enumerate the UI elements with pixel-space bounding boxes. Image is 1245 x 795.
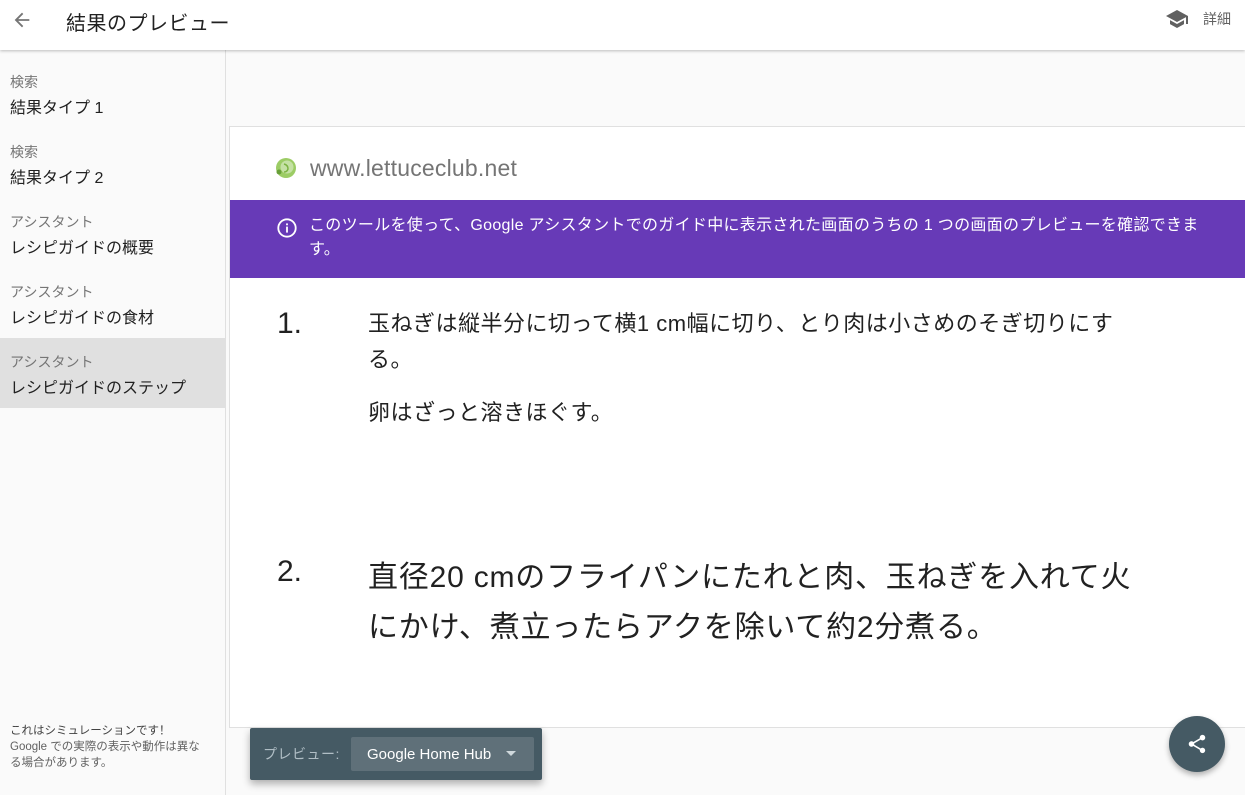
simulation-disclaimer: これはシミュレーションです！ Google での実際の表示や動作は異なる場合があ… — [10, 723, 210, 771]
info-icon — [277, 218, 297, 238]
sidebar-item-search-result-type-2[interactable]: 検索 結果タイプ 2 — [0, 120, 225, 190]
step-text: 玉ねぎは縦半分に切って横1 cm幅に切り、とり肉は小さめのそぎ切りにする。 — [368, 311, 1114, 372]
dropdown-arrow-icon — [506, 751, 516, 756]
info-banner: このツールを使って、Google アシスタントでのガイド中に表示された画面のうち… — [230, 200, 1245, 278]
share-button[interactable] — [1169, 716, 1225, 772]
preview-card: www.lettuceclub.net このツールを使って、Google アシス… — [229, 126, 1245, 728]
arrow-back-icon — [14, 12, 30, 28]
device-select[interactable]: Google Home Hub — [351, 737, 534, 771]
lettuce-favicon-icon — [276, 158, 296, 178]
preview-label: プレビュー: — [263, 746, 340, 762]
disclaimer-body: Google での実際の表示や動作は異なる場合があります。 — [10, 741, 200, 769]
disclaimer-heading: これはシミュレーションです！ — [10, 725, 171, 737]
school-cap-icon — [1166, 10, 1188, 28]
sidebar-item-label: レシピガイドの食材 — [10, 310, 155, 327]
sidebar-item-category: アシスタント — [10, 284, 94, 300]
step-number: 2. — [277, 555, 303, 588]
sidebar-item-label: レシピガイドのステップ — [10, 380, 187, 397]
sidebar-item-recipe-overview[interactable]: アシスタント レシピガイドの概要 — [0, 190, 225, 260]
sidebar-item-label: 結果タイプ 1 — [10, 100, 104, 117]
sidebar-item-category: 検索 — [10, 144, 38, 160]
sidebar-item-recipe-ingredients[interactable]: アシスタント レシピガイドの食材 — [0, 260, 225, 330]
app-header: 結果のプレビュー 詳細 — [0, 0, 1245, 50]
preview-device-toolbar: プレビュー: Google Home Hub — [250, 728, 542, 780]
sidebar: 検索 結果タイプ 1 検索 結果タイプ 2 アシスタント レシピガイドの概要 ア… — [0, 50, 226, 795]
info-banner-text: このツールを使って、Google アシスタントでのガイド中に表示された画面のうち… — [309, 217, 1199, 258]
sidebar-item-category: アシスタント — [10, 354, 94, 370]
step-number: 1. — [277, 307, 303, 340]
sidebar-item-category: 検索 — [10, 74, 38, 90]
share-icon — [1188, 734, 1206, 754]
sidebar-item-label: レシピガイドの概要 — [10, 240, 155, 257]
sidebar-item-category: アシスタント — [10, 214, 94, 230]
step-text: 直径20 cmのフライパンにたれと肉、玉ねぎを入れて火にかけ、煮立ったらアクを除… — [368, 561, 1132, 644]
device-select-value: Google Home Hub — [367, 745, 492, 763]
site-url: www.lettuceclub.net — [310, 154, 518, 181]
details-label: 詳細 — [1203, 11, 1231, 27]
site-source: www.lettuceclub.net — [274, 151, 517, 185]
details-button[interactable]: 詳細 — [1165, 6, 1231, 32]
sidebar-item-label: 結果タイプ 2 — [10, 170, 104, 187]
sidebar-item-recipe-steps[interactable]: アシスタント レシピガイドのステップ — [0, 338, 225, 408]
back-button[interactable] — [8, 6, 36, 34]
step-extra-text: 卵はざっと溶きほぐす。 — [368, 400, 614, 425]
sidebar-item-search-result-type-1[interactable]: 検索 結果タイプ 1 — [0, 50, 225, 120]
page-title: 結果のプレビュー — [66, 13, 230, 35]
